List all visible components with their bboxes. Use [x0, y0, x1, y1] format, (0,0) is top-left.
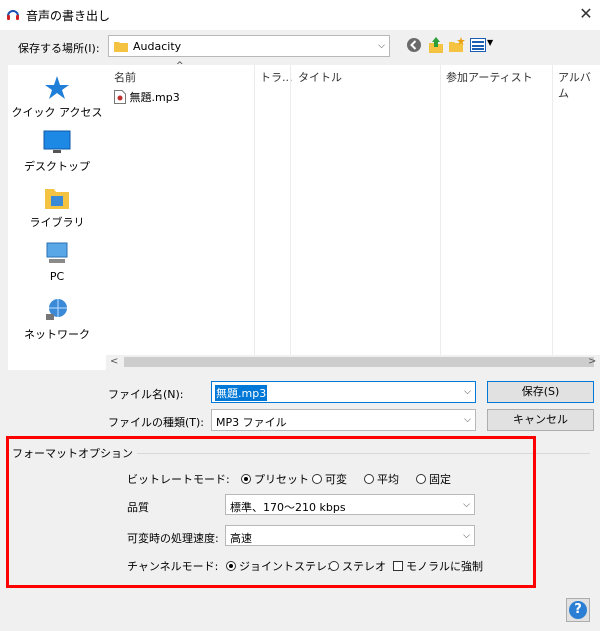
- sidebar-item-quick-access[interactable]: クイック アクセス: [8, 75, 106, 120]
- column-track[interactable]: トラ...: [260, 69, 293, 85]
- sidebar-item-library[interactable]: ライブラリ: [8, 185, 106, 230]
- location-combo[interactable]: Audacity ⌵: [108, 35, 390, 57]
- chevron-down-icon: ⌵: [464, 415, 471, 425]
- scroll-left-icon[interactable]: <: [110, 356, 118, 367]
- chevron-down-icon: ⌵: [378, 41, 385, 51]
- sidebar-item-desktop[interactable]: デスクトップ: [8, 129, 106, 174]
- up-folder-icon[interactable]: [428, 36, 444, 54]
- view-grid-icon: [470, 38, 486, 52]
- column-album[interactable]: アルバム: [558, 69, 600, 101]
- star-icon: [45, 76, 69, 99]
- sidebar-item-pc[interactable]: PC: [8, 241, 106, 283]
- caret-down-icon: ▼: [487, 38, 494, 47]
- help-button[interactable]: ?: [566, 598, 590, 622]
- list-item[interactable]: 無題.mp3: [114, 89, 180, 105]
- close-button[interactable]: ✕: [576, 4, 596, 24]
- column-title[interactable]: タイトル: [298, 69, 342, 85]
- sidebar-item-label: ネットワーク: [24, 328, 90, 341]
- places-list: クイック アクセス デスクトップ ライブラリ PC ネットワーク: [8, 65, 106, 370]
- computer-icon: [46, 242, 68, 263]
- back-icon[interactable]: [406, 37, 422, 53]
- highlight-box: [6, 436, 536, 588]
- cancel-button[interactable]: キャンセル: [487, 409, 594, 431]
- save-button[interactable]: 保存(S): [487, 381, 594, 403]
- location-label: 保存する場所(I):: [18, 42, 100, 55]
- sidebar-item-label: デスクトップ: [24, 160, 90, 173]
- audio-file-icon: [114, 90, 126, 104]
- filename-value: 無題.mp3: [215, 385, 268, 401]
- desktop-icon: [43, 130, 71, 153]
- file-list[interactable]: 名前 ^ トラ... タイトル 参加アーティスト アルバム 無題.mp3: [106, 61, 600, 355]
- sidebar-item-label: クイック アクセス: [11, 106, 103, 119]
- filetype-select[interactable]: MP3 ファイル ⌵: [211, 409, 476, 431]
- filename-label: ファイル名(N):: [108, 388, 184, 401]
- filename-input[interactable]: 無題.mp3 ⌵: [211, 381, 476, 403]
- network-globe-icon: [46, 299, 67, 320]
- column-divider: [290, 65, 291, 355]
- sidebar-item-network[interactable]: ネットワーク: [8, 297, 106, 342]
- column-divider: [254, 65, 255, 355]
- sidebar-item-label: ライブラリ: [29, 216, 85, 229]
- sort-caret-icon: ^: [176, 61, 184, 71]
- new-folder-icon[interactable]: [448, 36, 466, 54]
- window-title: 音声の書き出し: [26, 9, 111, 23]
- file-name: 無題.mp3: [129, 91, 180, 104]
- column-divider: [552, 65, 553, 355]
- help-icon: ?: [569, 601, 587, 619]
- filetype-label: ファイルの種類(T):: [108, 416, 205, 429]
- sidebar-item-label: PC: [49, 270, 65, 283]
- audacity-headphones-icon: [7, 10, 19, 20]
- filetype-value: MP3 ファイル: [216, 416, 287, 429]
- location-value: Audacity: [133, 40, 182, 53]
- chevron-down-icon: ⌵: [464, 387, 471, 397]
- folder-icon: [114, 42, 128, 52]
- library-folder-icon: [45, 189, 69, 209]
- view-menu[interactable]: ▼: [470, 36, 496, 54]
- scrollbar-thumb[interactable]: [124, 357, 594, 367]
- scroll-right-icon[interactable]: >: [588, 356, 596, 367]
- column-name[interactable]: 名前: [114, 69, 136, 85]
- column-divider: [440, 65, 441, 355]
- column-artist[interactable]: 参加アーティスト: [446, 69, 533, 85]
